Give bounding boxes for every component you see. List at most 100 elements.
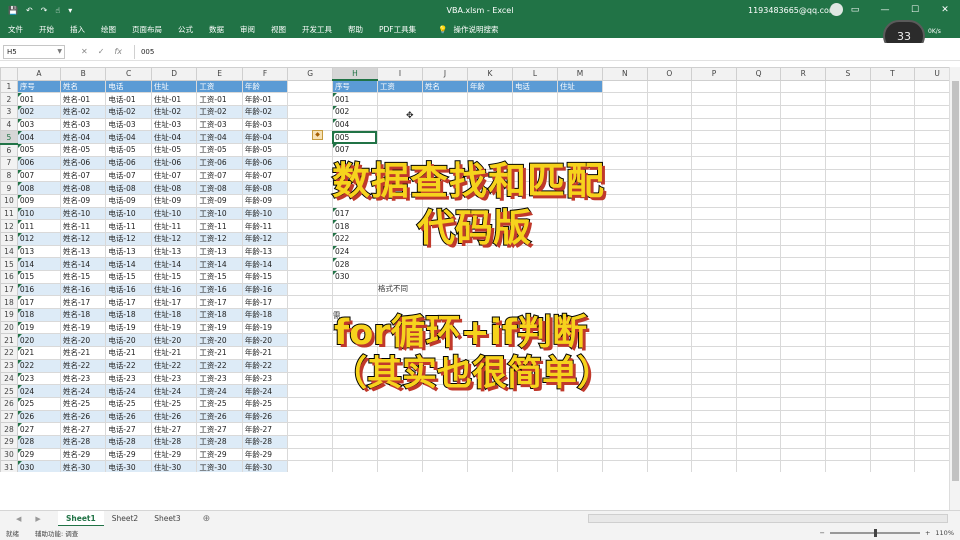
cell-T28[interactable] (869, 422, 916, 436)
cell-F26[interactable]: 年龄-25 (241, 396, 289, 411)
cell-M12[interactable] (556, 219, 603, 233)
cell-C8[interactable]: 电话-07 (105, 168, 152, 183)
cell-E9[interactable]: 工资-08 (196, 181, 243, 195)
cell-I15[interactable] (376, 257, 423, 271)
horizontal-scrollbar[interactable] (588, 514, 948, 523)
cell-J1[interactable]: 姓名 (421, 79, 468, 94)
cell-T20[interactable] (869, 320, 916, 335)
cell-T4[interactable] (869, 117, 916, 132)
cell-T13[interactable] (869, 231, 916, 246)
cell-N8[interactable] (601, 168, 648, 183)
cell-I16[interactable] (376, 270, 423, 284)
next-sheet-icon[interactable]: ▶ (35, 515, 40, 523)
cell-N9[interactable] (601, 181, 648, 195)
cell-G21[interactable] (287, 333, 333, 348)
cell-B17[interactable]: 姓名-16 (59, 282, 107, 297)
cell-D27[interactable]: 住址-26 (150, 409, 198, 424)
cell-O15[interactable] (646, 257, 693, 271)
cell-C22[interactable]: 电话-21 (105, 346, 152, 360)
cell-G13[interactable] (287, 231, 333, 246)
cell-M16[interactable] (556, 270, 603, 284)
cell-K17[interactable] (466, 282, 513, 297)
cell-S9[interactable] (825, 181, 871, 195)
cell-A17[interactable]: 016 (16, 282, 61, 297)
cell-Q7[interactable] (735, 155, 782, 170)
cell-J17[interactable] (421, 282, 468, 297)
cell-C12[interactable]: 电话-11 (105, 219, 152, 233)
cell-K28[interactable] (466, 422, 513, 436)
cell-N19[interactable] (601, 308, 648, 322)
cell-I14[interactable] (376, 244, 423, 259)
ribbon-display-icon[interactable]: ▭ (840, 0, 870, 20)
cell-R3[interactable] (780, 105, 827, 119)
cell-B16[interactable]: 姓名-15 (59, 270, 107, 284)
cell-M30[interactable] (556, 447, 603, 462)
cell-E19[interactable]: 工资-18 (196, 308, 243, 322)
cell-T7[interactable] (869, 155, 916, 170)
cell-M29[interactable] (556, 434, 603, 449)
cell-A27[interactable]: 026 (16, 409, 61, 424)
cell-R7[interactable] (780, 155, 827, 170)
sheet-tab-sheet1[interactable]: Sheet1 (58, 510, 104, 527)
cell-Q22[interactable] (735, 346, 782, 360)
cell-D19[interactable]: 住址-18 (150, 308, 198, 322)
cell-M14[interactable] (556, 244, 603, 259)
cell-N30[interactable] (601, 447, 648, 462)
cell-P23[interactable] (691, 358, 737, 373)
cell-D12[interactable]: 住址-11 (150, 219, 198, 233)
cell-A13[interactable]: 012 (16, 231, 61, 246)
tab-4[interactable]: 页面布局 (124, 24, 170, 35)
cell-P22[interactable] (691, 346, 737, 360)
cell-T23[interactable] (869, 358, 916, 373)
cell-A26[interactable]: 025 (16, 396, 61, 411)
cell-grid[interactable]: A B C D E F G H I J K L M N O P Q R S T U 1 序号 姓名 电话 住址 工资 年龄 序号 工资 姓名… (0, 67, 960, 472)
cell-M17[interactable] (556, 282, 603, 297)
cell-S26[interactable] (825, 396, 871, 411)
cell-B7[interactable]: 姓名-06 (59, 155, 107, 170)
cell-T25[interactable] (869, 384, 916, 398)
cell-P9[interactable] (691, 181, 737, 195)
cell-L4[interactable] (511, 117, 558, 132)
cell-P14[interactable] (691, 244, 737, 259)
cell-G12[interactable] (287, 219, 333, 233)
cell-P3[interactable] (691, 105, 737, 119)
cell-O29[interactable] (646, 434, 693, 449)
cell-F28[interactable]: 年龄-27 (241, 422, 289, 436)
row-header[interactable]: 5 (0, 130, 18, 145)
cell-A11[interactable]: 010 (16, 206, 61, 221)
cell-Q16[interactable] (735, 270, 782, 284)
cell-R5[interactable] (780, 130, 827, 145)
close-icon[interactable]: ✕ (930, 0, 960, 20)
row-header[interactable]: 29 (0, 434, 18, 449)
cell-B13[interactable]: 姓名-12 (59, 231, 107, 246)
cell-F2[interactable]: 年龄-01 (241, 92, 289, 107)
cell-G2[interactable] (287, 92, 333, 107)
cell-R9[interactable] (780, 181, 827, 195)
cell-B12[interactable]: 姓名-11 (59, 219, 107, 233)
cell-H29[interactable] (331, 434, 378, 449)
cell-Q31[interactable] (735, 460, 782, 472)
cell-Q12[interactable] (735, 219, 782, 233)
cell-I30[interactable] (376, 447, 423, 462)
save-icon[interactable]: 💾 (8, 6, 18, 15)
status-accessibility[interactable]: 辅助功能: 调查 (35, 528, 78, 538)
cell-P25[interactable] (691, 384, 737, 398)
cell-A6[interactable]: 005 (16, 143, 61, 157)
cell-C9[interactable]: 电话-08 (105, 181, 152, 195)
cell-S14[interactable] (825, 244, 871, 259)
name-box[interactable]: H5 ▼ (3, 44, 65, 59)
cell-D4[interactable]: 住址-03 (150, 117, 198, 132)
cell-E16[interactable]: 工资-15 (196, 270, 243, 284)
cell-C20[interactable]: 电话-19 (105, 320, 152, 335)
row-header[interactable]: 9 (0, 181, 18, 195)
cell-R27[interactable] (780, 409, 827, 424)
cell-N12[interactable] (601, 219, 648, 233)
cell-O14[interactable] (646, 244, 693, 259)
cell-L28[interactable] (511, 422, 558, 436)
cell-D6[interactable]: 住址-05 (150, 143, 198, 157)
cell-O26[interactable] (646, 396, 693, 411)
cell-T17[interactable] (869, 282, 916, 297)
cell-N10[interactable] (601, 193, 648, 208)
cell-C3[interactable]: 电话-02 (105, 105, 152, 119)
cell-Q4[interactable] (735, 117, 782, 132)
